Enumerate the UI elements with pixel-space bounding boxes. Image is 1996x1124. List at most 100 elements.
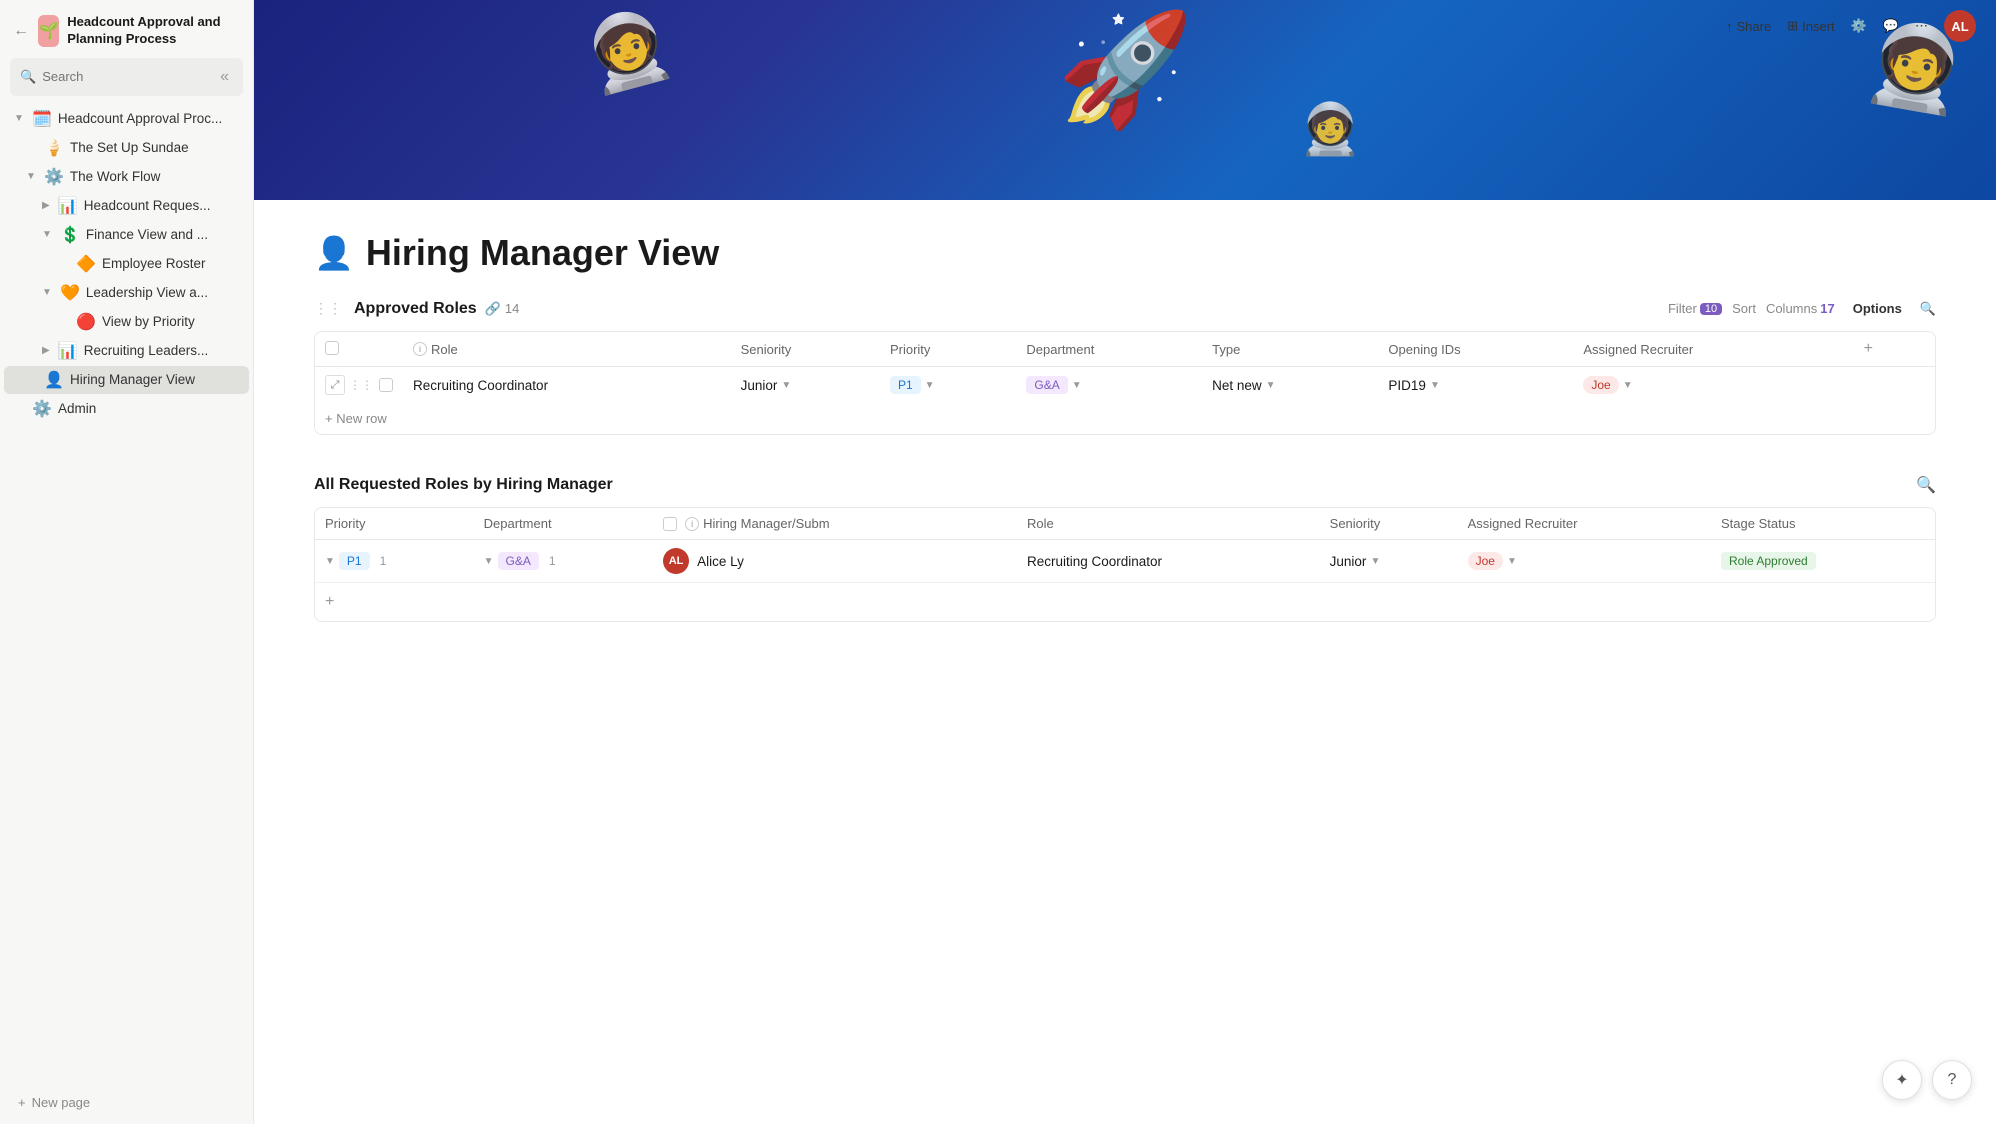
columns-button[interactable]: Columns 17 xyxy=(1766,301,1835,316)
new-row-button[interactable]: + New row xyxy=(315,403,397,434)
row-expand-button[interactable]: ⤢ xyxy=(325,375,345,395)
sidebar-item-leadership-view[interactable]: ▼ 🧡 Leadership View a... xyxy=(4,279,249,307)
back-button[interactable]: ← xyxy=(12,17,30,45)
chevron-down-icon: ▼ xyxy=(42,229,52,240)
sidebar-item-setup-sundae[interactable]: 🍦 The Set Up Sundae xyxy=(4,134,249,162)
cell2-priority[interactable]: ▼ P1 1 xyxy=(315,540,474,583)
filter-button[interactable]: Filter 10 xyxy=(1668,301,1722,316)
sidebar-item-finance-view[interactable]: ▼ 💲 Finance View and ... xyxy=(4,221,249,249)
ai-assistant-button[interactable]: ✦ xyxy=(1882,1060,1922,1100)
sidebar-item-label: Recruiting Leaders... xyxy=(84,343,239,358)
comments-button[interactable]: 💬 xyxy=(1883,18,1899,34)
th-assigned-recruiter-label: Assigned Recruiter xyxy=(1583,342,1693,357)
th2-hiring-manager-label: Hiring Manager/Subm xyxy=(703,516,829,531)
page-title-icon: 👤 xyxy=(314,234,354,272)
cell-assigned-recruiter[interactable]: Joe ▼ xyxy=(1573,367,1847,404)
th-assigned-recruiter: Assigned Recruiter xyxy=(1573,332,1847,367)
stage-status-badge: Role Approved xyxy=(1721,552,1816,570)
add-row-button[interactable]: + xyxy=(325,593,334,611)
header-checkbox[interactable] xyxy=(325,341,339,355)
sidebar-item-hiring-manager-view[interactable]: 👤 Hiring Manager View xyxy=(4,366,249,394)
user-avatar[interactable]: AL xyxy=(1944,10,1976,42)
view-by-priority-icon: 🔴 xyxy=(76,312,96,332)
caret-icon: ▼ xyxy=(781,380,791,391)
sidebar-item-view-by-priority[interactable]: 🔴 View by Priority xyxy=(4,308,249,336)
share-label: Share xyxy=(1737,19,1772,34)
th2-stage-status: Stage Status xyxy=(1711,508,1935,540)
help-icon: ? xyxy=(1948,1071,1957,1089)
th-priority: Priority xyxy=(880,332,1016,367)
row-drag-handle[interactable]: ⋮⋮ xyxy=(349,378,373,392)
seniority-value: Junior xyxy=(741,378,778,393)
hiring-manager-avatar: AL xyxy=(663,548,689,574)
share-button[interactable]: ↑ Share xyxy=(1726,19,1771,34)
sidebar-item-employee-roster[interactable]: 🔶 Employee Roster xyxy=(4,250,249,278)
ai-icon: ✦ xyxy=(1895,1070,1908,1090)
row-checkbox[interactable] xyxy=(379,378,393,392)
info-icon: i xyxy=(413,342,427,356)
approved-roles-section: ⋮⋮ Approved Roles 🔗 14 Filter 10 Sort Co… xyxy=(314,298,1936,435)
th-department: Department xyxy=(1016,332,1202,367)
cell-priority[interactable]: P1 ▼ xyxy=(880,367,1016,404)
sidebar-item-workflow[interactable]: ▼ ⚙️ The Work Flow xyxy=(4,163,249,191)
sidebar-nav: ▼ 🗓️ Headcount Approval Proc... 🍦 The Se… xyxy=(0,104,253,424)
drag-handle-icon[interactable]: ⋮⋮ xyxy=(314,300,342,317)
admin-icon: ⚙️ xyxy=(32,399,52,419)
cell-opening-ids[interactable]: PID19 ▼ xyxy=(1378,367,1573,404)
collapse-sidebar-button[interactable]: « xyxy=(216,64,233,90)
add-column-button[interactable]: + xyxy=(1858,340,1879,358)
headcount-approval-icon: 🗓️ xyxy=(32,109,52,129)
all-requested-roles-title: All Requested Roles by Hiring Manager xyxy=(314,476,1916,494)
cell-department[interactable]: G&A ▼ xyxy=(1016,367,1202,404)
th2-priority-label: Priority xyxy=(325,516,365,531)
workspace-logo: 🌱 xyxy=(38,15,59,47)
cell-type[interactable]: Net new ▼ xyxy=(1202,367,1378,404)
caret-icon: ▼ xyxy=(1266,380,1276,391)
priority2-badge: P1 xyxy=(339,552,370,570)
cell2-seniority[interactable]: Junior ▼ xyxy=(1320,540,1458,583)
table-search-button[interactable]: 🔍 xyxy=(1920,301,1936,317)
table-row: ⤢ ⋮⋮ Recruiting Coordinator Junior xyxy=(315,367,1935,404)
th2-department: Department xyxy=(474,508,653,540)
cell-seniority[interactable]: Junior ▼ xyxy=(731,367,880,404)
th2-seniority-label: Seniority xyxy=(1330,516,1381,531)
share-icon: ↑ xyxy=(1726,19,1733,34)
new-page-label: New page xyxy=(32,1095,91,1110)
opening-ids-value: PID19 xyxy=(1388,378,1426,393)
columns-count: 17 xyxy=(1820,301,1834,316)
more-button[interactable]: ⋯ xyxy=(1915,18,1928,34)
search-bar[interactable]: 🔍 « xyxy=(10,58,243,96)
sidebar-item-label: The Work Flow xyxy=(70,169,239,184)
th2-hiring-manager: i Hiring Manager/Subm xyxy=(653,508,1017,540)
th-seniority-label: Seniority xyxy=(741,342,792,357)
new-page-button[interactable]: + New page xyxy=(10,1089,98,1116)
plus-icon: + New row xyxy=(325,411,387,426)
sort-button[interactable]: Sort xyxy=(1732,301,1756,316)
table2-search-button[interactable]: 🔍 xyxy=(1916,475,1936,495)
sidebar-item-admin[interactable]: ⚙️ Admin xyxy=(4,395,249,423)
cell2-assigned-recruiter[interactable]: Joe ▼ xyxy=(1458,540,1711,583)
hiring-manager-name: Alice Ly xyxy=(697,554,744,569)
search-input[interactable] xyxy=(42,69,210,84)
sidebar-item-headcount-approval[interactable]: ▼ 🗓️ Headcount Approval Proc... xyxy=(4,105,249,133)
all-requested-roles-section: All Requested Roles by Hiring Manager 🔍 … xyxy=(314,475,1936,622)
options-button[interactable]: Options xyxy=(1845,298,1910,319)
th2-checkbox[interactable] xyxy=(663,517,677,531)
settings-button[interactable]: ⚙️ xyxy=(1851,18,1867,34)
chevron-right-icon: ▶ xyxy=(42,200,50,211)
help-button[interactable]: ? xyxy=(1932,1060,1972,1100)
page-title: Hiring Manager View xyxy=(366,232,719,274)
th2-role: Role xyxy=(1017,508,1320,540)
cell-empty xyxy=(1848,367,1935,404)
cell2-department[interactable]: ▼ G&A 1 xyxy=(474,540,653,583)
caret-icon: ▼ xyxy=(1430,380,1440,391)
chevron-down-icon: ▼ xyxy=(26,171,36,182)
sidebar-item-recruiting-leaders[interactable]: ▶ 📊 Recruiting Leaders... xyxy=(4,337,249,365)
sidebar-item-headcount-reques[interactable]: ▶ 📊 Headcount Reques... xyxy=(4,192,249,220)
row-checkbox-cell: ⤢ ⋮⋮ xyxy=(315,367,403,404)
th-role-label: Role xyxy=(431,342,458,357)
insert-button[interactable]: ⊞ Insert xyxy=(1787,18,1834,34)
role-value: Recruiting Coordinator xyxy=(413,378,548,393)
dept-count: 1 xyxy=(549,554,556,568)
all-requested-roles-table: Priority Department i Hiring Manager/Sub… xyxy=(315,508,1935,621)
